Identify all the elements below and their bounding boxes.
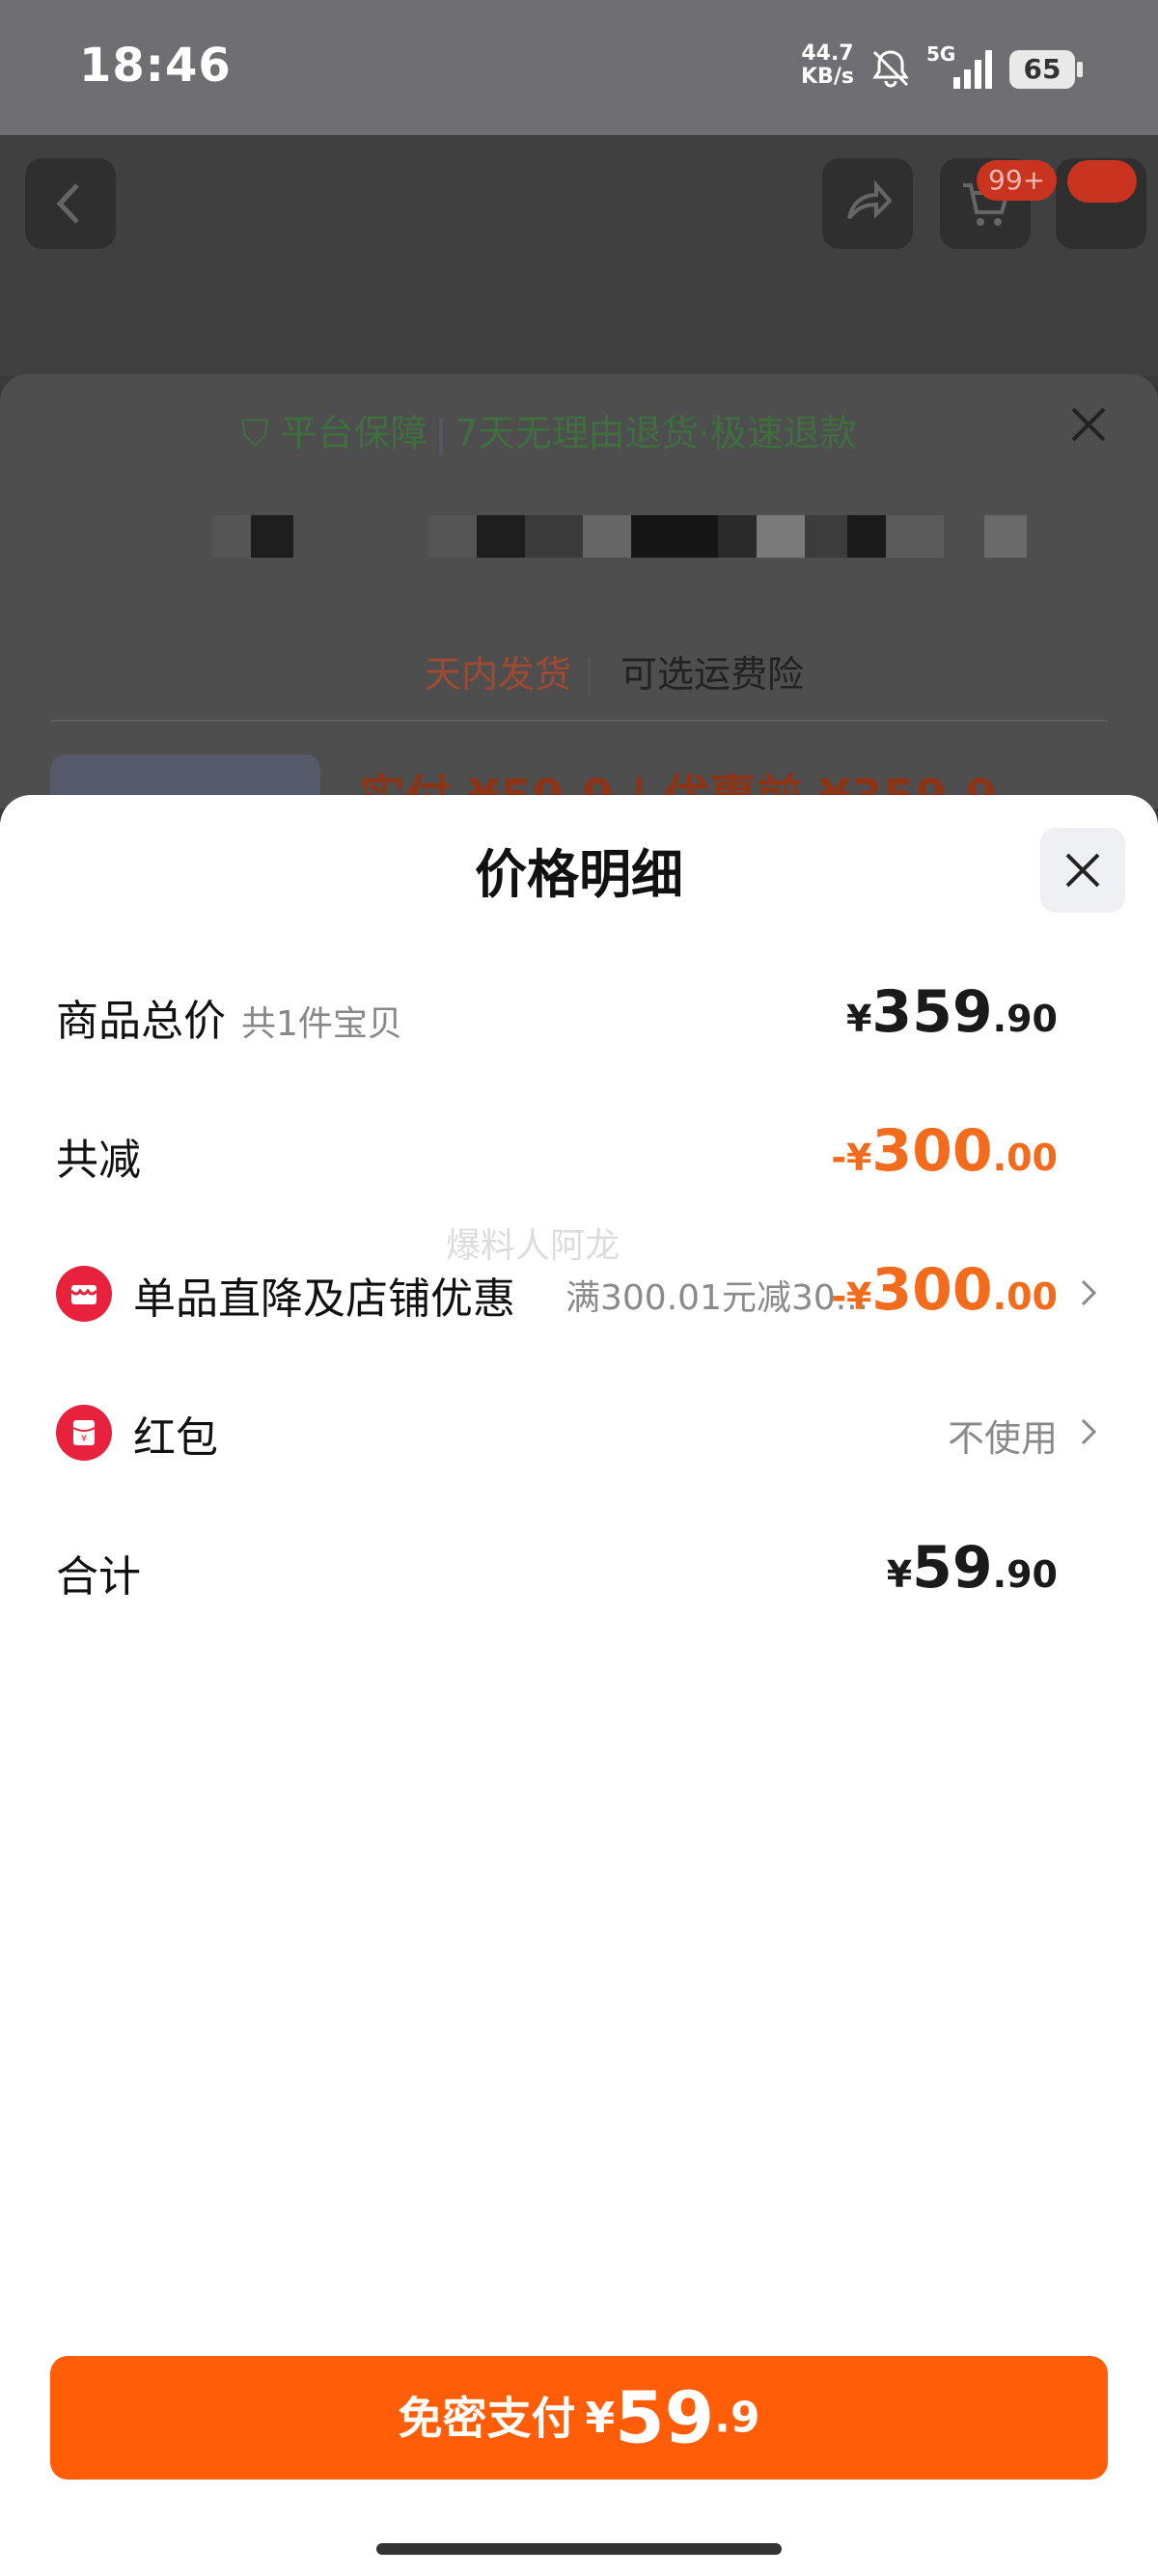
battery-icon: 65 [1009, 50, 1083, 89]
share-icon [847, 179, 892, 220]
row-sum: 合计 ¥59.90 [56, 1530, 1102, 1607]
svg-text:¥: ¥ [81, 1434, 87, 1444]
row-total-price: 商品总价 共1件宝贝 ¥359.90 [56, 974, 1102, 1052]
network-speed: 44.7 KB/s [801, 42, 854, 89]
reduction-label: 共减 [56, 1136, 141, 1185]
row-total-reduction: 共减 -¥300.00 [56, 1113, 1102, 1191]
guarantee-detail: 7天无理由退货·极速退款 [455, 412, 857, 454]
red-packet-label: 红包 [133, 1413, 218, 1463]
chevron-right-icon [1081, 1279, 1097, 1306]
blurred-product-info [212, 515, 1027, 558]
mute-icon [872, 50, 909, 88]
password-free-pay-button[interactable]: 免密支付 ¥59.9 [50, 2356, 1108, 2480]
signal-icon [953, 50, 992, 89]
chevron-left-icon [56, 183, 79, 224]
ship-insurance: 可选运费险 [620, 653, 804, 696]
sheet-close-button[interactable] [1040, 828, 1125, 913]
red-packet-icon: ¥ [56, 1405, 112, 1461]
sheet-title: 价格明细 [475, 844, 683, 905]
share-button[interactable] [822, 158, 913, 249]
pay-button-label: 免密支付 [398, 2392, 576, 2445]
back-button[interactable] [25, 158, 116, 249]
product-detail-panel: ⛉ 平台保障|7天无理由退货·极速退款 天内发货 | 可选运费险 实付 ¥59.… [0, 374, 1158, 824]
chevron-right-icon [1081, 1418, 1097, 1445]
sum-value: ¥59.90 [886, 1534, 1058, 1602]
total-price-value: ¥359.90 [845, 978, 1058, 1046]
close-icon[interactable] [1065, 401, 1112, 448]
status-time: 18:46 [79, 39, 232, 93]
cart-badge: 99+ [977, 160, 1058, 201]
total-price-label: 商品总价 [56, 997, 226, 1046]
shield-icon: ⛉ [241, 412, 269, 454]
shipping-info: 天内发货 | 可选运费险 [425, 653, 804, 696]
message-badge [1067, 160, 1137, 203]
guarantee-label: 平台保障 [280, 412, 427, 454]
row-red-packet[interactable]: ¥ 红包 不使用 [56, 1391, 1102, 1468]
status-bar: 18:46 44.7 KB/s 5G 65 [0, 0, 1158, 135]
store-icon [56, 1266, 112, 1322]
red-packet-status: 不使用 [947, 1417, 1058, 1460]
ship-time: 天内发货 [425, 653, 572, 696]
sum-label: 合计 [56, 1552, 141, 1602]
network-speed-unit: KB/s [801, 65, 854, 89]
close-icon [1065, 853, 1100, 888]
home-indicator[interactable] [376, 2543, 782, 2555]
platform-guarantee: ⛉ 平台保障 | 7天无理由退货·极速退款 [241, 412, 857, 454]
item-count: 共1件宝贝 [241, 1004, 402, 1044]
watermark: 爆料人阿龙 [446, 1226, 620, 1266]
divider [50, 720, 1108, 722]
price-detail-sheet: 价格明细 商品总价 共1件宝贝 ¥359.90 共减 -¥300.00 单品直降及… [0, 795, 1158, 2576]
network-speed-value: 44.7 [801, 41, 854, 66]
store-discount-label: 单品直降及店铺优惠 [133, 1274, 515, 1324]
reduction-value: -¥300.00 [831, 1117, 1058, 1185]
store-discount-value: -¥300.00 [831, 1256, 1058, 1324]
